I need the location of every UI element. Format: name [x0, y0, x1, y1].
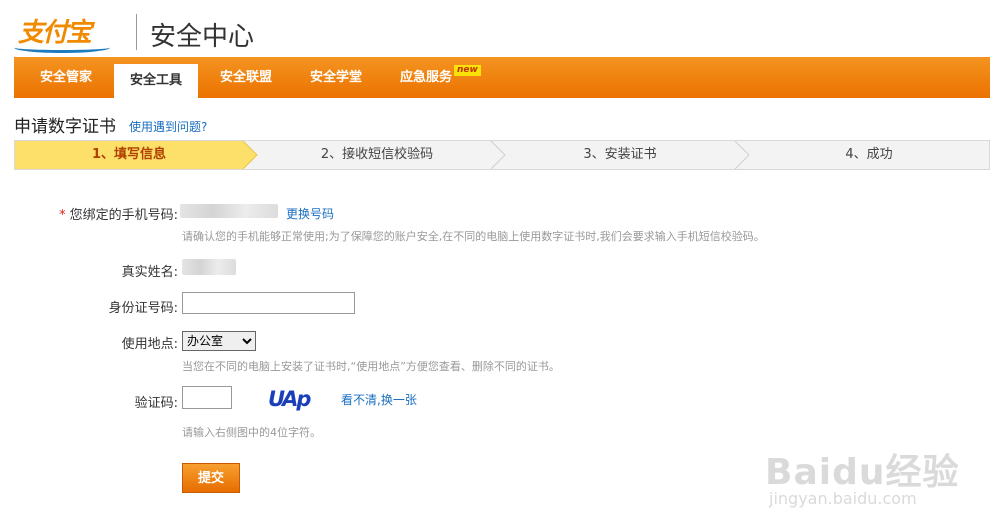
phone-label: * 您绑定的手机号码: — [30, 204, 178, 223]
step-4: 4、成功 — [845, 147, 893, 162]
location-hint: 当您在不同的电脑上安装了证书时,“使用地点”方便您查看、删除不同的证书。 — [182, 360, 560, 373]
main-nav: 安全管家 安全工具 安全联盟 安全学堂 应急服务 new — [14, 57, 990, 98]
watermark-main: Baidu经验 — [765, 452, 960, 493]
alipay-logo[interactable]: 支付宝 — [14, 12, 114, 53]
step-2: 2、接收短信校验码 — [320, 147, 434, 162]
refresh-captcha-link[interactable]: 看不清,换一张 — [341, 391, 417, 408]
step-1: 1、填写信息 — [91, 147, 167, 162]
nav-item-security-alliance[interactable]: 安全联盟 — [204, 57, 288, 98]
location-label: 使用地点: — [121, 337, 178, 352]
phone-hint: 请确认您的手机能够正常使用;为了保障您的账户安全,在不同的电脑上使用数字证书时,… — [182, 230, 765, 243]
captcha-input[interactable] — [182, 386, 232, 409]
help-link[interactable]: 使用遇到问题? — [129, 118, 207, 135]
nav-item-emergency-service[interactable]: 应急服务 — [384, 57, 468, 98]
baidu-watermark: Baidu经验 jingyan.baidu.com — [765, 425, 965, 515]
change-phone-link[interactable]: 更换号码 — [286, 205, 334, 222]
required-mark: * — [59, 208, 66, 223]
name-value-redacted — [182, 259, 236, 275]
logo-swoosh-icon — [14, 42, 110, 53]
id-number-label: 身份证号码: — [108, 301, 178, 316]
step-3: 3、安装证书 — [583, 147, 657, 162]
name-label: 真实姓名: — [121, 265, 178, 280]
nav-item-security-manager[interactable]: 安全管家 — [24, 57, 108, 98]
watermark-sub: jingyan.baidu.com — [769, 489, 917, 508]
header-title: 安全中心 — [150, 22, 255, 52]
captcha-label: 验证码: — [134, 396, 178, 411]
new-badge: new — [454, 65, 481, 76]
captcha-image-text: UAp — [268, 387, 311, 411]
page-title: 申请数字证书 — [14, 117, 116, 137]
submit-button[interactable]: 提交 — [182, 463, 240, 493]
nav-item-security-school[interactable]: 安全学堂 — [294, 57, 378, 98]
id-number-input[interactable] — [182, 292, 355, 314]
phone-label-text: 您绑定的手机号码: — [69, 208, 178, 223]
header-divider — [136, 14, 137, 50]
header: 支付宝 安全中心 — [14, 8, 414, 56]
location-select[interactable]: 办公室 — [182, 331, 256, 351]
nav-item-security-tools[interactable]: 安全工具 — [114, 64, 198, 98]
step-3-arrow — [734, 141, 750, 169]
progress-steps: 1、填写信息 2、接收短信校验码 3、安装证书 4、成功 — [14, 140, 990, 170]
captcha-hint: 请输入右侧图中的4位字符。 — [182, 426, 321, 439]
phone-value-redacted — [180, 204, 278, 218]
captcha-image[interactable]: UAp — [267, 384, 317, 412]
